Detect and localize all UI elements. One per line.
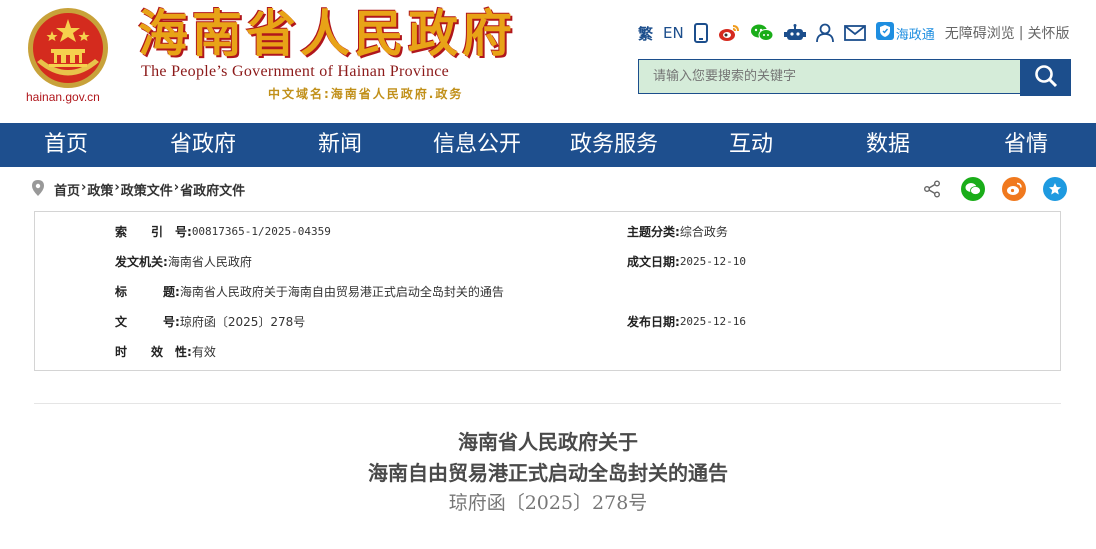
title-label: 标 题: xyxy=(115,285,180,299)
user-icon[interactable] xyxy=(815,22,834,44)
mail-icon[interactable] xyxy=(843,22,866,44)
site-subtitle-chinese-domain: 中文域名:海南省人民政府.政务 xyxy=(268,87,464,101)
wechat-icon[interactable] xyxy=(750,22,774,44)
published-date-row: 发布日期: 2025-12-16 xyxy=(627,312,746,332)
issuer-label: 发文机关: xyxy=(115,255,168,269)
domain-text: hainan.gov.cn xyxy=(26,90,100,104)
document-title-line-1: 海南省人民政府关于 xyxy=(458,430,638,454)
index-value: 00817365-1/2025-04359 xyxy=(191,225,331,238)
topic-label: 主题分类: xyxy=(627,225,680,239)
created-date-row: 成文日期: 2025-12-10 xyxy=(627,252,746,272)
favorite-icon[interactable] xyxy=(1043,177,1067,201)
content-divider xyxy=(34,403,1061,404)
validity-row: 时 效 性: 有效 xyxy=(115,342,216,362)
search-icon xyxy=(1034,64,1058,92)
search-bar xyxy=(638,59,1071,96)
elder-mode-link[interactable]: 关怀版 xyxy=(1027,22,1069,44)
title-value: 海南省人民政府关于海南自由贸易港正式启动全岛封关的通告 xyxy=(179,285,504,299)
document-number-row: 文 号: 琼府函〔2025〕278号 xyxy=(115,312,305,332)
site-subtitle-english: The People’s Government of Hainan Provin… xyxy=(141,63,450,80)
haizhengtong-label: 海政通 xyxy=(895,27,935,43)
national-emblem-icon[interactable] xyxy=(27,7,109,89)
accessibility-link[interactable]: 无障碍浏览 xyxy=(945,22,1015,44)
toolbar-separator: | xyxy=(1018,25,1024,41)
nav-home[interactable]: 首页 xyxy=(44,123,88,167)
phone-icon[interactable] xyxy=(693,22,708,44)
breadcrumb-policy[interactable]: 政策 xyxy=(87,180,113,199)
share-icon[interactable] xyxy=(920,177,944,201)
haizhengtong-link[interactable]: 海政通 xyxy=(875,22,935,44)
validity-value: 有效 xyxy=(191,345,216,359)
breadcrumb-policy-documents[interactable]: 政策文件 xyxy=(121,180,173,199)
breadcrumb-home[interactable]: 首页 xyxy=(54,180,80,199)
nav-provincial-government[interactable]: 省政府 xyxy=(170,123,236,167)
weibo-icon[interactable] xyxy=(718,22,740,44)
document-title-line-2: 海南自由贸易港正式启动全岛封关的通告 xyxy=(368,461,728,485)
top-toolbar: 繁 EN 海政通 无障碍浏览 | 关怀版 xyxy=(638,22,1069,44)
search-button[interactable] xyxy=(1020,59,1071,96)
created-date-label: 成文日期: xyxy=(627,255,680,269)
site-header: hainan.gov.cn 海南省人民政府 The People’s Gover… xyxy=(0,0,1096,123)
search-input[interactable] xyxy=(638,59,1021,94)
topic-row: 主题分类: 综合政务 xyxy=(627,222,728,242)
document-number-label: 文 号: xyxy=(115,315,180,329)
nav-provincial-overview[interactable]: 省情 xyxy=(1004,123,1048,167)
breadcrumb-bar: 首页 › 政策 › 政策文件 › 省政府文件 xyxy=(0,167,1096,211)
topic-value: 综合政务 xyxy=(679,225,728,239)
index-label: 索 引 号: xyxy=(115,225,192,239)
issuer-row: 发文机关: 海南省人民政府 xyxy=(115,252,252,272)
validity-label: 时 效 性: xyxy=(115,345,192,359)
site-title[interactable]: 海南省人民政府 xyxy=(138,2,516,66)
breadcrumb-separator: › xyxy=(81,180,87,195)
robot-icon[interactable] xyxy=(783,22,806,44)
nav-news[interactable]: 新闻 xyxy=(318,123,362,167)
issuer-value: 海南省人民政府 xyxy=(167,255,252,269)
traditional-chinese-link[interactable]: 繁 xyxy=(638,22,653,44)
breadcrumb-provincial-documents[interactable]: 省政府文件 xyxy=(180,180,245,199)
document-number: 琼府函〔2025〕278号 xyxy=(448,492,648,514)
weibo-share-icon[interactable] xyxy=(1002,177,1026,201)
share-bar xyxy=(920,177,1067,201)
created-date-value: 2025-12-10 xyxy=(679,255,747,268)
nav-government-services[interactable]: 政务服务 xyxy=(570,123,658,167)
document-metadata-box: 索 引 号: 00817365-1/2025-04359 主题分类: 综合政务 … xyxy=(34,211,1061,371)
english-link[interactable]: EN xyxy=(663,22,684,44)
nav-information-disclosure[interactable]: 信息公开 xyxy=(433,123,521,167)
wechat-share-icon[interactable] xyxy=(961,177,985,201)
location-icon xyxy=(32,180,44,200)
nav-data[interactable]: 数据 xyxy=(866,123,910,167)
shield-icon xyxy=(875,22,894,44)
breadcrumb-separator: › xyxy=(114,180,120,195)
published-date-value: 2025-12-16 xyxy=(679,315,747,328)
title-row: 标 题: 海南省人民政府关于海南自由贸易港正式启动全岛封关的通告 xyxy=(115,282,504,302)
index-row: 索 引 号: 00817365-1/2025-04359 xyxy=(115,222,331,242)
nav-interaction[interactable]: 互动 xyxy=(729,123,773,167)
main-navigation: 首页 省政府 新闻 信息公开 政务服务 互动 数据 省情 xyxy=(0,123,1096,167)
published-date-label: 发布日期: xyxy=(627,315,680,329)
breadcrumb: 首页 › 政策 › 政策文件 › 省政府文件 xyxy=(54,180,245,199)
document-number-value: 琼府函〔2025〕278号 xyxy=(179,315,306,329)
